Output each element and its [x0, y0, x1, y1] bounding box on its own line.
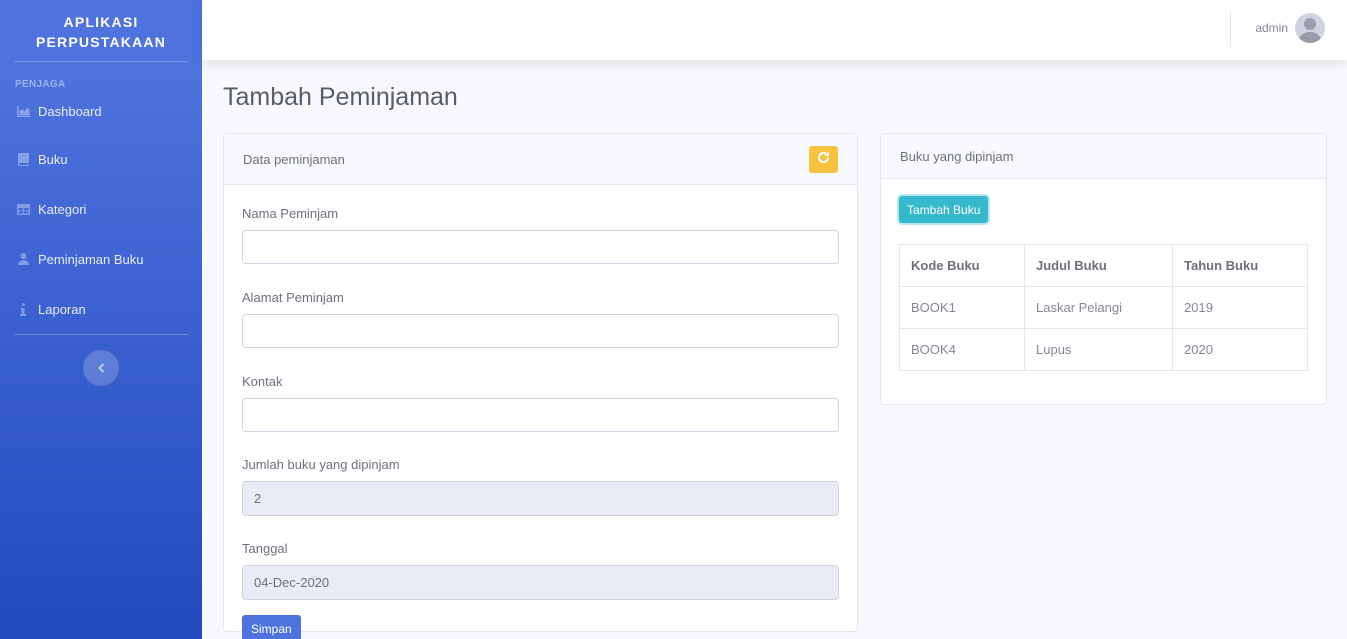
- sidebar-item-label: Peminjaman Buku: [38, 251, 144, 267]
- info-icon: [16, 302, 30, 316]
- table-cell: Laskar Pelangi: [1024, 286, 1173, 329]
- sidebar-heading: PENJAGA: [15, 79, 66, 90]
- jumlah-buku-label: Jumlah buku yang dipinjam: [242, 457, 400, 472]
- chevron-left-icon: [97, 360, 105, 376]
- alamat-peminjam-input[interactable]: [242, 314, 839, 348]
- column-header: Judul Buku: [1024, 244, 1173, 287]
- table-header-row: Kode Buku Judul Buku Tahun Buku: [899, 244, 1308, 287]
- sidebar-item-laporan[interactable]: Laporan: [0, 284, 202, 334]
- table-icon: [16, 203, 30, 215]
- refresh-icon: [817, 151, 830, 168]
- kontak-label: Kontak: [242, 374, 283, 389]
- sidebar-divider: [14, 334, 188, 335]
- nama-peminjam-input[interactable]: [242, 230, 839, 264]
- kontak-input[interactable]: [242, 398, 839, 432]
- table-cell: 2019: [1172, 286, 1308, 329]
- sidebar: APLIKASI PERPUSTAKAAN PENJAGA Dashboard …: [0, 0, 202, 639]
- simpan-button[interactable]: Simpan: [242, 615, 301, 639]
- sidebar-item-label: Buku: [38, 151, 68, 167]
- user-menu[interactable]: admin: [1255, 13, 1325, 43]
- sidebar-item-peminjaman-buku[interactable]: Peminjaman Buku: [0, 234, 202, 284]
- brand-line-2: PERPUSTAKAAN: [35, 33, 167, 50]
- alamat-peminjam-label: Alamat Peminjam: [242, 290, 344, 305]
- buku-dipinjam-card: Buku yang dipinjam Tambah Buku Kode Buku…: [880, 133, 1327, 405]
- sidebar-item-label: Kategori: [38, 201, 87, 217]
- page-title: Tambah Peminjaman: [223, 83, 458, 111]
- table-cell: BOOK1: [899, 286, 1025, 329]
- sidebar-item-label: Laporan: [38, 301, 86, 317]
- sidebar-item-label: Dashboard: [38, 104, 102, 119]
- sidebar-item-kategori[interactable]: Kategori: [0, 184, 202, 234]
- user-icon: [16, 253, 30, 265]
- table-cell: BOOK4: [899, 328, 1025, 371]
- tanggal-label: Tanggal: [242, 541, 288, 556]
- chart-area-icon: [16, 106, 30, 117]
- topbar-divider: [1230, 11, 1231, 47]
- avatar[interactable]: [1295, 13, 1325, 43]
- tambah-buku-button[interactable]: Tambah Buku: [899, 196, 989, 223]
- table-row: BOOK4 Lupus 2020: [899, 328, 1308, 371]
- table-row: BOOK1 Laskar Pelangi 2019: [899, 286, 1308, 329]
- book-icon: [16, 152, 30, 166]
- sidebar-item-buku[interactable]: Buku: [0, 134, 202, 184]
- card-title: Buku yang dipinjam: [900, 148, 1014, 164]
- column-header: Kode Buku: [899, 244, 1025, 287]
- card-title: Data peminjaman: [243, 151, 345, 167]
- table-cell: 2020: [1172, 328, 1308, 371]
- table-cell: Lupus: [1024, 328, 1173, 371]
- column-header: Tahun Buku: [1172, 244, 1308, 287]
- username: admin: [1255, 21, 1288, 35]
- brand[interactable]: APLIKASI PERPUSTAKAAN: [0, 0, 202, 61]
- refresh-button[interactable]: [809, 145, 838, 173]
- sidebar-toggle-button[interactable]: [83, 350, 119, 386]
- data-peminjaman-card: Data peminjaman Nama Peminjam Alamat Pem…: [223, 133, 858, 639]
- brand-line-1: APLIKASI: [63, 13, 139, 30]
- tanggal-field: 04-Dec-2020: [242, 565, 839, 600]
- card-header: Buku yang dipinjam: [881, 134, 1326, 179]
- card-header: Data peminjaman: [224, 134, 857, 185]
- nama-peminjam-label: Nama Peminjam: [242, 206, 339, 221]
- sidebar-item-dashboard[interactable]: Dashboard: [0, 91, 202, 134]
- books-table: Kode Buku Judul Buku Tahun Buku BOOK1 La…: [899, 244, 1308, 371]
- jumlah-buku-field: 2: [242, 481, 839, 516]
- peminjaman-form: Nama Peminjam Alamat Peminjam Kontak Jum…: [224, 185, 857, 639]
- topbar: admin: [202, 0, 1347, 60]
